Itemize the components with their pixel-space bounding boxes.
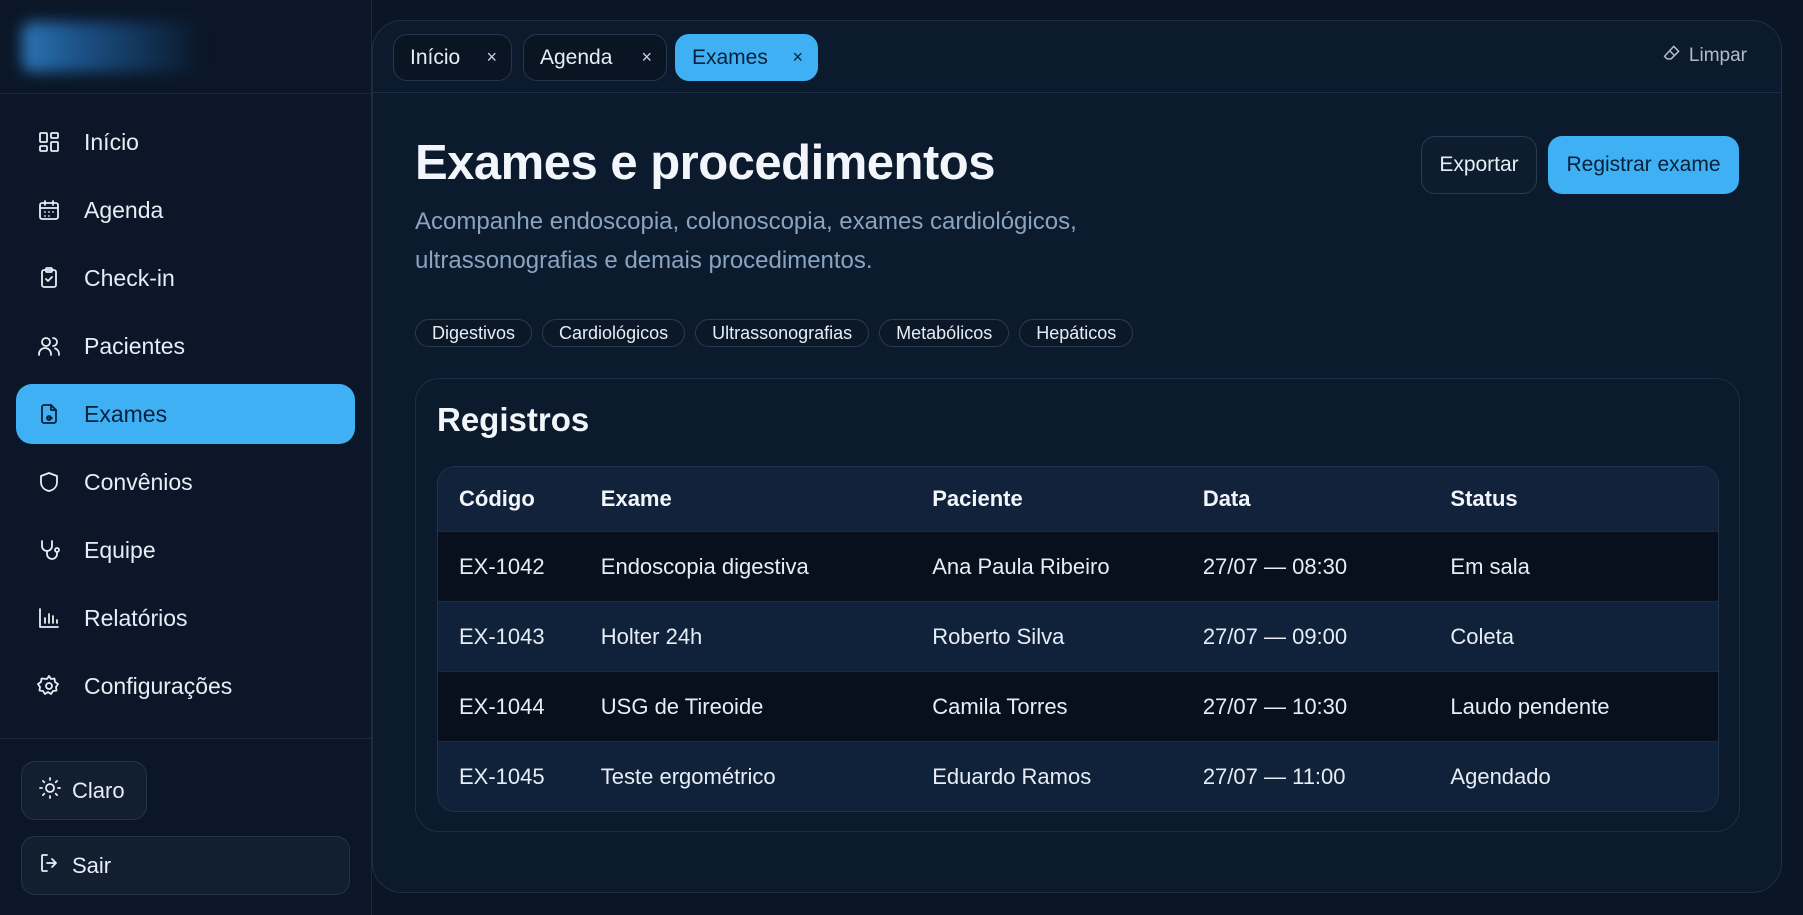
filter-chip-cardiologicos[interactable]: Cardiológicos [542,319,686,347]
cell-status: Coleta [1450,623,1515,649]
cell-status: Em sala [1450,553,1530,579]
sidebar-item-label: Configurações [84,672,233,699]
table-row[interactable]: EX-1043 Holter 24h Roberto Silva 27/07 —… [438,601,1718,671]
cell-date: 27/07 — 09:00 [1202,623,1348,649]
logout-icon [38,851,62,880]
column-header[interactable]: Código [438,486,601,512]
clipboard-check-icon [36,265,62,291]
filter-chip-digestivos[interactable]: Digestivos [415,319,533,347]
sidebar-divider [0,738,372,739]
sidebar-item-convenios[interactable]: Convênios [16,452,355,512]
sidebar-item-configuracoes[interactable]: Configurações [16,656,355,716]
category-filters: Digestivos Cardiológicos Ultrassonografi… [415,319,1134,347]
tab-agenda[interactable]: Agenda × [523,34,667,81]
gear-icon [36,673,62,699]
sidebar-item-label: Exames [84,400,168,427]
cell-patient: Camila Torres [932,693,1068,719]
sidebar-item-inicio[interactable]: Início [16,112,355,172]
sidebar-item-exames[interactable]: Exames [16,384,355,444]
tab-bar: Início × Agenda × Exames × Limpar [373,21,1781,93]
cell-code: EX-1042 [459,553,545,579]
logout-label: Sair [72,852,112,878]
sidebar-item-relatorios[interactable]: Relatórios [16,588,355,648]
calendar-icon [36,197,62,223]
sidebar-item-label: Convênios [84,468,193,495]
close-icon[interactable]: × [486,47,497,68]
sidebar-item-pacientes[interactable]: Pacientes [16,316,355,376]
cell-exam: Endoscopia digestiva [600,553,809,579]
cell-patient: Eduardo Ramos [932,763,1092,789]
file-medical-icon [36,401,62,427]
stethoscope-icon [36,537,62,563]
logout-button[interactable]: Sair [21,836,350,895]
cell-code: EX-1043 [459,623,545,649]
page-subtitle: Acompanhe endoscopia, colonoscopia, exam… [415,208,1077,274]
bar-chart-icon [36,605,62,631]
cell-status: Laudo pendente [1450,693,1610,719]
theme-toggle-label: Claro [72,777,125,803]
cell-exam: USG de Tireoide [600,693,764,719]
records-table: Código Exame Paciente Data Status EX-104… [437,466,1719,812]
close-icon[interactable]: × [641,47,652,68]
cell-code: EX-1044 [459,693,545,719]
sidebar-item-label: Relatórios [84,604,188,631]
register-exam-button[interactable]: Registrar exame [1548,136,1739,194]
sidebar-item-label: Check-in [84,264,175,291]
cell-date: 27/07 — 10:30 [1202,693,1348,719]
theme-toggle-button[interactable]: Claro [21,761,147,820]
sidebar-item-label: Pacientes [84,332,186,359]
users-icon [36,333,62,359]
sidebar-item-check-in[interactable]: Check-in [16,248,355,308]
sidebar-item-label: Agenda [84,196,164,223]
logo[interactable] [22,22,202,72]
sidebar-item-label: Equipe [84,536,156,563]
table-row[interactable]: EX-1045 Teste ergométrico Eduardo Ramos … [438,741,1718,811]
column-header[interactable]: Exame [601,486,932,512]
cell-patient: Ana Paula Ribeiro [932,553,1110,579]
sun-icon [38,776,62,805]
filter-chip-metabolicos[interactable]: Metabólicos [879,319,1010,347]
tab-exames[interactable]: Exames × [675,34,818,81]
cell-status: Agendado [1450,763,1551,789]
cell-date: 27/07 — 08:30 [1202,553,1348,579]
table-header-row: Código Exame Paciente Data Status [438,467,1718,531]
tab-label: Agenda [540,45,613,69]
tab-label: Início [410,45,461,69]
cell-patient: Roberto Silva [932,623,1065,649]
filter-chip-hepaticos[interactable]: Hepáticos [1019,319,1134,347]
clear-tabs-button[interactable]: Limpar [1662,43,1747,68]
cell-exam: Teste ergométrico [600,763,776,789]
table-row[interactable]: EX-1044 USG de Tireoide Camila Torres 27… [438,671,1718,741]
cell-exam: Holter 24h [600,623,703,649]
sidebar: Início Agenda Check-in Pacientes Exames [0,0,372,915]
clear-tabs-label: Limpar [1688,44,1747,66]
close-icon[interactable]: × [792,47,803,68]
records-title: Registros [437,401,590,438]
main-panel: Início × Agenda × Exames × Limpar Exames… [372,20,1782,893]
dashboard-icon [36,129,62,155]
column-header[interactable]: Data [1203,486,1451,512]
column-header[interactable]: Status [1450,486,1718,512]
export-button[interactable]: Exportar [1421,136,1537,194]
eraser-icon [1662,43,1682,68]
records-card: Registros Código Exame Paciente Data Sta… [415,378,1740,832]
cell-date: 27/07 — 11:00 [1202,763,1346,789]
sidebar-item-label: Início [84,128,139,155]
cell-code: EX-1045 [459,763,545,789]
sidebar-item-agenda[interactable]: Agenda [16,180,355,240]
tab-label: Exames [692,45,768,69]
sidebar-item-equipe[interactable]: Equipe [16,520,355,580]
page-title: Exames e procedimentos [415,136,995,190]
table-row[interactable]: EX-1042 Endoscopia digestiva Ana Paula R… [438,531,1718,601]
tab-inicio[interactable]: Início × [393,34,512,81]
shield-icon [36,469,62,495]
sidebar-nav: Início Agenda Check-in Pacientes Exames [16,112,355,724]
logo-area [0,0,371,94]
column-header[interactable]: Paciente [932,486,1203,512]
filter-chip-ultrassonografias[interactable]: Ultrassonografias [695,319,870,347]
